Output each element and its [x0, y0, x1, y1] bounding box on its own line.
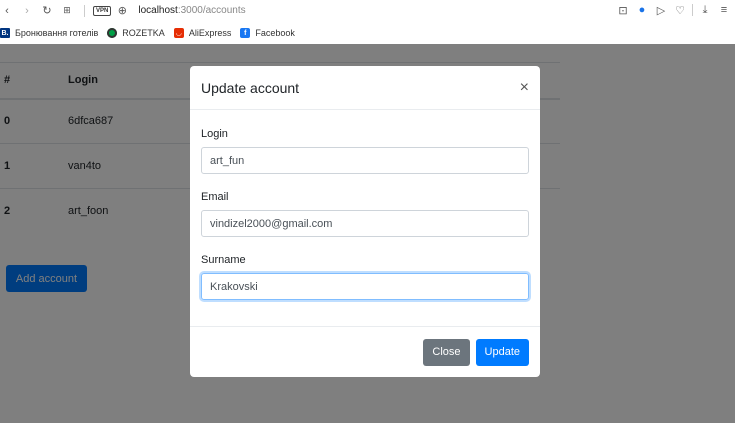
email-field[interactable]: vindizel2000@gmail.com [201, 210, 529, 237]
bookmark-aliexpress[interactable]: ◡ AliExpress [173, 28, 232, 38]
heart-icon[interactable]: ♡ [673, 3, 687, 17]
surname-field[interactable]: Krakovski [201, 273, 529, 300]
email-label: Email [201, 191, 229, 203]
browser-toolbar: ‹ › ↻ ⊞ VPN ⊕ localhost:3000/accounts ⊡ … [0, 0, 735, 21]
address-bar[interactable]: localhost:3000/accounts [138, 5, 245, 16]
modal-header: Update account × [190, 66, 540, 110]
forward-icon[interactable]: › [20, 4, 34, 18]
shield-icon[interactable]: ● [635, 3, 649, 17]
login-field[interactable]: art_fun [201, 147, 529, 174]
modal-footer: Close Update [190, 326, 540, 377]
bookmark-booking[interactable]: B. Бронювання готелів [0, 28, 98, 38]
booking-icon: B. [0, 28, 10, 38]
send-icon[interactable]: ▷ [654, 3, 668, 17]
update-account-modal: Update account × Login art_fun Email vin… [190, 66, 540, 377]
download-icon[interactable]: ⤓ [698, 3, 712, 17]
bookmarks-bar: B. Бронювання готелів ROZETKA ◡ AliExpre… [0, 23, 735, 43]
aliexpress-icon: ◡ [173, 28, 184, 38]
bookmark-label: AliExpress [188, 28, 232, 38]
reload-icon[interactable]: ↻ [40, 4, 54, 18]
back-icon[interactable]: ‹ [0, 4, 14, 18]
vpn-badge[interactable]: VPN [93, 5, 112, 16]
url-path: :3000/accounts [177, 5, 246, 16]
facebook-icon: f [240, 28, 251, 38]
update-button[interactable]: Update [475, 338, 529, 366]
modal-title: Update account [201, 79, 300, 96]
rozetka-icon [107, 28, 118, 38]
bookmark-label: ROZETKA [122, 28, 165, 38]
surname-label: Surname [201, 254, 246, 266]
menu-icon[interactable]: ≡ [717, 3, 731, 17]
tabs-grid-icon[interactable]: ⊞ [60, 4, 74, 18]
bookmark-facebook[interactable]: f Facebook [240, 28, 295, 38]
url-host: localhost [138, 5, 178, 16]
camera-icon[interactable]: ⊡ [616, 3, 630, 17]
globe-icon: ⊕ [117, 5, 127, 17]
bookmark-label: Бронювання готелів [15, 28, 99, 38]
close-icon[interactable]: × [520, 79, 529, 96]
close-button[interactable]: Close [423, 338, 470, 366]
modal-body: Login art_fun Email vindizel2000@gmail.c… [190, 110, 540, 300]
bookmark-label: Facebook [255, 28, 295, 38]
login-label: Login [201, 128, 228, 140]
bookmark-rozetka[interactable]: ROZETKA [107, 28, 165, 38]
